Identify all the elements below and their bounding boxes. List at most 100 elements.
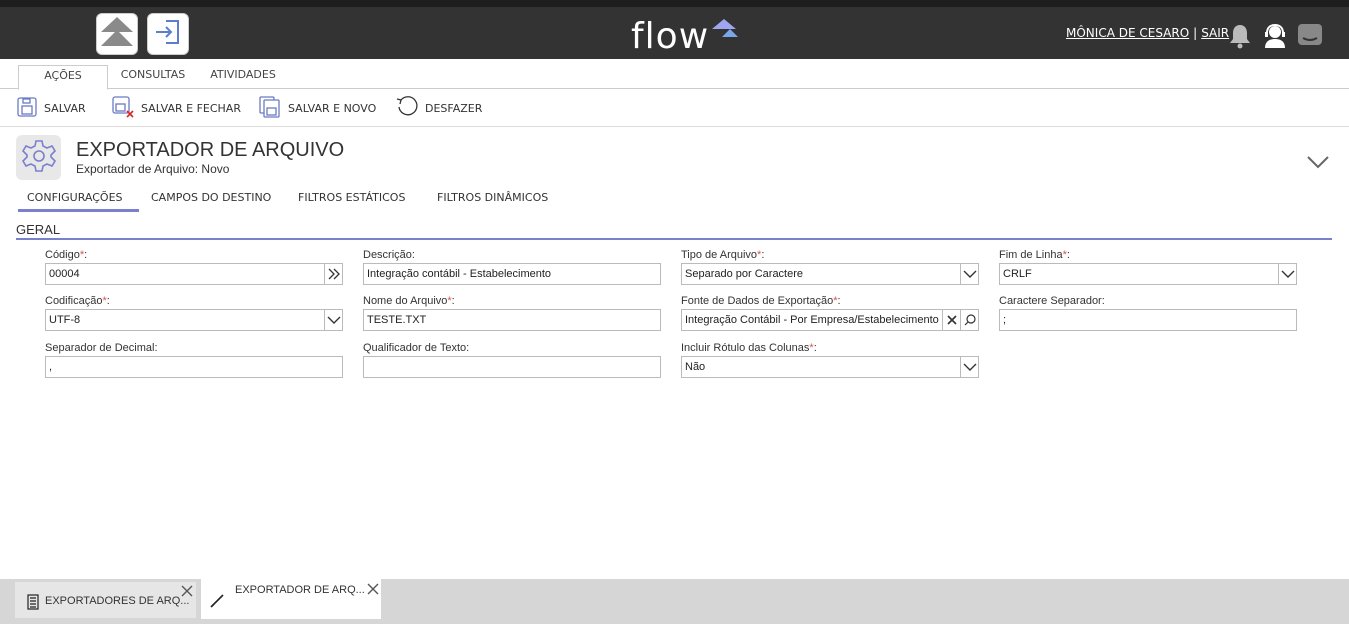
group-title: GERAL — [16, 222, 61, 237]
descricao-label: Descrição: — [363, 249, 415, 261]
tab-filtros-estaticos[interactable]: FILTROS ESTÁTICOS — [289, 191, 414, 212]
save-close-button[interactable]: SALVAR E FECHAR — [111, 95, 241, 121]
codigo-input[interactable]: 00004 — [45, 263, 343, 285]
undo-label: DESFAZER — [425, 101, 483, 115]
tipo-arquivo-value: Separado por Caractere — [685, 268, 804, 280]
qualificador-texto-label: Qualificador de Texto: — [363, 342, 470, 354]
user-links: MÔNICA DE CESARO | SAIR — [1066, 26, 1229, 40]
bottom-tab-exportadores[interactable]: EXPORTADORES DE ARQ... — [15, 582, 196, 618]
toolbar: SALVAR SALVAR E FECHAR SALVAR E NOVO DES… — [0, 89, 1349, 127]
save-new-label: SALVAR E NOVO — [288, 101, 377, 115]
bottom-tab-label: EXPORTADOR DE ARQ... — [235, 584, 365, 596]
label-colon: : — [106, 295, 110, 307]
list-icon — [27, 594, 39, 613]
undo-button[interactable]: DESFAZER — [395, 95, 482, 121]
close-icon[interactable] — [367, 583, 379, 598]
user-name-link[interactable]: MÔNICA DE CESARO — [1066, 26, 1189, 40]
sign-in-icon — [152, 16, 184, 52]
incluir-rotulo-label: Incluir Rótulo das Colunas — [681, 342, 810, 354]
separador-decimal-input[interactable]: , — [45, 356, 343, 378]
separador-decimal-label: Separador de Decimal: — [45, 342, 158, 354]
save-label: SALVAR — [44, 101, 86, 115]
user-links-separator: | — [1193, 26, 1198, 40]
gear-icon — [21, 138, 57, 178]
flow-logo: flow — [631, 16, 710, 57]
label-colon: : — [451, 295, 455, 307]
chevron-down-icon[interactable] — [1278, 264, 1296, 284]
label-colon: : — [761, 249, 765, 261]
field-fonte-dados: Fonte de Dados de Exportação*: Integraçã… — [681, 294, 979, 331]
fonte-dados-input[interactable]: Integração Contábil - Por Empresa/Estabe… — [681, 309, 979, 331]
nome-arquivo-input[interactable]: TESTE.TXT — [363, 309, 661, 331]
fim-linha-select[interactable]: CRLF — [999, 263, 1297, 285]
codificacao-select[interactable]: UTF-8 — [45, 309, 343, 331]
incluir-rotulo-value: Não — [685, 361, 706, 373]
field-fim-linha: Fim de Linha*: CRLF — [999, 248, 1297, 285]
bottom-tab-exportador-ativo[interactable]: EXPORTADOR DE ARQ... — [201, 579, 381, 619]
fonte-dados-label: Fonte de Dados de Exportação — [681, 295, 834, 307]
field-descricao: Descrição: Integração contábil - Estabel… — [363, 248, 661, 285]
sign-in-button[interactable] — [147, 13, 189, 55]
tab-campos-destino[interactable]: CAMPOS DO DESTINO — [142, 191, 280, 212]
field-codigo: Código*: 00004 — [45, 248, 343, 285]
tab-consultas[interactable]: CONSULTAS — [118, 65, 188, 89]
page-icon — [16, 135, 61, 180]
chevron-down-icon[interactable] — [960, 264, 978, 284]
chevron-down-icon[interactable] — [1306, 152, 1330, 176]
tab-atividades[interactable]: ATIVIDADES — [206, 65, 280, 89]
qualificador-texto-input[interactable] — [363, 356, 661, 378]
clear-icon[interactable] — [942, 310, 960, 330]
tab-acoes[interactable]: AÇÕES — [18, 65, 108, 90]
field-codificacao: Codificação*: UTF-8 — [45, 294, 343, 331]
logout-link[interactable]: SAIR — [1201, 26, 1229, 40]
bell-icon[interactable] — [1228, 23, 1252, 53]
upload-button[interactable] — [96, 13, 138, 55]
fim-linha-value: CRLF — [1003, 268, 1032, 280]
pencil-icon — [210, 592, 226, 611]
tab-configuracoes[interactable]: CONFIGURAÇÕES — [18, 191, 139, 212]
field-separador-decimal: Separador de Decimal: , — [45, 341, 343, 378]
field-incluir-rotulo: Incluir Rótulo das Colunas*: Não — [681, 341, 979, 378]
chat-icon[interactable] — [1297, 23, 1323, 53]
fonte-dados-value: Integração Contábil - Por Empresa/Estabe… — [685, 314, 939, 326]
bottom-tab-label: EXPORTADORES DE ARQ... — [45, 595, 190, 607]
incluir-rotulo-select[interactable]: Não — [681, 356, 979, 378]
search-icon[interactable] — [960, 310, 978, 330]
upload-icon — [99, 14, 135, 54]
group-divider — [16, 238, 1332, 240]
codigo-value: 00004 — [49, 268, 80, 280]
label-colon: : — [837, 295, 841, 307]
ribbon-tabs: AÇÕES CONSULTAS ATIVIDADES — [0, 59, 1349, 90]
descricao-input[interactable]: Integração contábil - Estabelecimento — [363, 263, 661, 285]
nome-arquivo-label: Nome do Arquivo — [363, 295, 448, 307]
caractere-separador-label: Caractere Separador: — [999, 295, 1105, 307]
fim-linha-label: Fim de Linha — [999, 249, 1063, 261]
save-new-button[interactable]: SALVAR E NOVO — [258, 95, 376, 121]
codificacao-label: Codificação — [45, 295, 103, 307]
undo-icon — [395, 95, 425, 122]
field-tipo-arquivo: Tipo de Arquivo*: Separado por Caractere — [681, 248, 979, 285]
field-caractere-separador: Caractere Separador: ; — [999, 294, 1297, 331]
caractere-separador-input[interactable]: ; — [999, 309, 1297, 331]
tab-filtros-dinamicos[interactable]: FILTROS DINÂMICOS — [428, 191, 557, 212]
chevron-down-icon[interactable] — [960, 357, 978, 377]
page-title: EXPORTADOR DE ARQUIVO — [76, 139, 345, 161]
codigo-label: Código — [45, 249, 80, 261]
page-subtitle: Exportador de Arquivo: Novo — [76, 162, 230, 176]
support-agent-icon[interactable] — [1262, 23, 1288, 53]
save-button[interactable]: SALVAR — [16, 95, 86, 121]
field-qualificador-texto: Qualificador de Texto: — [363, 341, 661, 378]
chevron-down-icon[interactable] — [324, 310, 342, 330]
logo-triangle-icon — [712, 19, 740, 45]
tipo-arquivo-select[interactable]: Separado por Caractere — [681, 263, 979, 285]
save-close-label: SALVAR E FECHAR — [141, 101, 241, 115]
field-nome-arquivo: Nome do Arquivo*: TESTE.TXT — [363, 294, 661, 331]
close-icon[interactable] — [181, 585, 193, 600]
save-icon — [16, 96, 44, 121]
top-bar: flow MÔNICA DE CESARO | SAIR — [0, 0, 1349, 59]
double-chevron-right-icon[interactable] — [324, 264, 342, 284]
label-colon: : — [813, 342, 817, 354]
label-colon: : — [84, 249, 88, 261]
codificacao-value: UTF-8 — [49, 314, 81, 326]
save-new-icon — [258, 95, 288, 122]
